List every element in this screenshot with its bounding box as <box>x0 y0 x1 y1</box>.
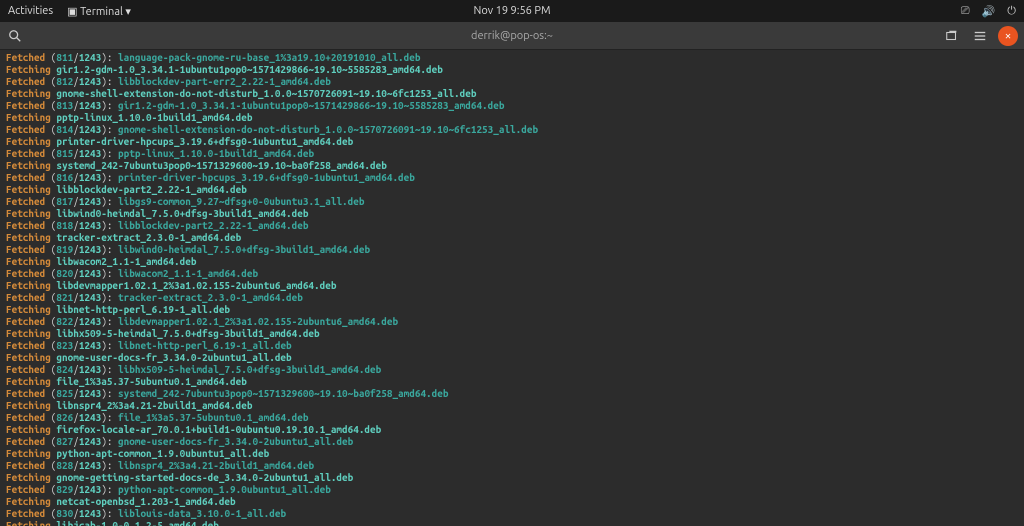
terminal-line: Fetched (830/1243): liblouis-data_3.10.0… <box>6 508 1018 520</box>
search-icon[interactable] <box>6 27 24 45</box>
terminal-line: Fetched (817/1243): libgs9-common_9.27~d… <box>6 196 1018 208</box>
terminal-line: Fetched (824/1243): libhx509-5-heimdal_7… <box>6 364 1018 376</box>
terminal-line: Fetched (821/1243): tracker-extract_2.3.… <box>6 292 1018 304</box>
terminal-line: Fetched (819/1243): libwind0-heimdal_7.5… <box>6 244 1018 256</box>
power-icon[interactable]: ⏻ <box>1007 5 1016 18</box>
new-tab-button[interactable] <box>942 26 962 46</box>
close-icon: ✕ <box>1005 30 1011 42</box>
terminal-line: Fetched (811/1243): language-pack-gnome-… <box>6 52 1018 64</box>
terminal-line: Fetching libwacom2_1.1-1_amd64.deb <box>6 256 1018 268</box>
terminal-line: Fetched (812/1243): libblockdev-part-err… <box>6 76 1018 88</box>
volume-icon[interactable]: 🔊 <box>982 5 996 18</box>
terminal-line: Fetching libdevmapper1.02.1_2%3a1.02.155… <box>6 280 1018 292</box>
terminal-menu-label: Terminal ▾ <box>80 6 131 18</box>
terminal-line: Fetched (825/1243): systemd_242-7ubuntu3… <box>6 388 1018 400</box>
terminal-line: Fetched (827/1243): gnome-user-docs-fr_3… <box>6 436 1018 448</box>
terminal-icon: ▣ <box>67 6 77 18</box>
terminal-line: Fetching firefox-locale-ar_70.0.1+build1… <box>6 424 1018 436</box>
window-bar-right: ✕ <box>942 26 1018 46</box>
terminal-line: Fetched (818/1243): libblockdev-part2_2.… <box>6 220 1018 232</box>
terminal-line: Fetching libhx509-5-heimdal_7.5.0+dfsg-3… <box>6 328 1018 340</box>
terminal-window-header: derrik@pop-os:~ ✕ <box>0 22 1024 50</box>
terminal-line: Fetching file_1%3a5.37-5ubuntu0.1_amd64.… <box>6 376 1018 388</box>
screen-icon[interactable]: ⎚ <box>961 5 970 18</box>
terminal-line: Fetching libjcab-1.0-0_1.2-5_amd64.deb <box>6 520 1018 526</box>
terminal-line: Fetched (823/1243): libnet-http-perl_6.1… <box>6 340 1018 352</box>
terminal-line: Fetching systemd_242-7ubuntu3pop0~157132… <box>6 160 1018 172</box>
window-title: derrik@pop-os:~ <box>471 30 553 42</box>
terminal-line: Fetched (813/1243): gir1.2-gdm-1.0_3.34.… <box>6 100 1018 112</box>
terminal-line: Fetching libwind0-heimdal_7.5.0+dfsg-3bu… <box>6 208 1018 220</box>
close-button[interactable]: ✕ <box>998 26 1018 46</box>
terminal-line: Fetched (826/1243): file_1%3a5.37-5ubunt… <box>6 412 1018 424</box>
terminal-line: Fetching libnet-http-perl_6.19-1_all.deb <box>6 304 1018 316</box>
terminal-line: Fetched (822/1243): libdevmapper1.02.1_2… <box>6 316 1018 328</box>
terminal-line: Fetching libblockdev-part2_2.22-1_amd64.… <box>6 184 1018 196</box>
terminal-line: Fetching tracker-extract_2.3.0-1_amd64.d… <box>6 232 1018 244</box>
window-bar-left <box>6 27 24 45</box>
terminal-menu[interactable]: ▣ Terminal ▾ <box>67 5 131 18</box>
terminal-output[interactable]: Fetched (811/1243): language-pack-gnome-… <box>0 50 1024 526</box>
gnome-top-bar: Activities ▣ Terminal ▾ Nov 19 9:56 PM ⎚… <box>0 0 1024 22</box>
terminal-line: Fetched (816/1243): printer-driver-hpcup… <box>6 172 1018 184</box>
terminal-line: Fetching gnome-user-docs-fr_3.34.0-2ubun… <box>6 352 1018 364</box>
terminal-line: Fetched (828/1243): libnspr4_2%3a4.21-2b… <box>6 460 1018 472</box>
terminal-line: Fetching pptp-linux_1.10.0-1build1_amd64… <box>6 112 1018 124</box>
terminal-line: Fetched (820/1243): libwacom2_1.1-1_amd6… <box>6 268 1018 280</box>
top-bar-left: Activities ▣ Terminal ▾ <box>8 5 131 18</box>
terminal-line: Fetched (815/1243): pptp-linux_1.10.0-1b… <box>6 148 1018 160</box>
terminal-line: Fetched (829/1243): python-apt-common_1.… <box>6 484 1018 496</box>
datetime-label[interactable]: Nov 19 9:56 PM <box>473 5 550 17</box>
terminal-line: Fetching netcat-openbsd_1.203-1_amd64.de… <box>6 496 1018 508</box>
terminal-line: Fetched (814/1243): gnome-shell-extensio… <box>6 124 1018 136</box>
terminal-line: Fetching gnome-getting-started-docs-de_3… <box>6 472 1018 484</box>
terminal-line: Fetching gnome-shell-extension-do-not-di… <box>6 88 1018 100</box>
terminal-line: Fetching gir1.2-gdm-1.0_3.34.1-1ubuntu1p… <box>6 64 1018 76</box>
menu-button[interactable] <box>970 26 990 46</box>
activities-button[interactable]: Activities <box>8 5 53 17</box>
terminal-line: Fetching python-apt-common_1.9.0ubuntu1_… <box>6 448 1018 460</box>
top-bar-right: ⎚ 🔊 ⏻ <box>961 5 1016 18</box>
terminal-line: Fetching printer-driver-hpcups_3.19.6+df… <box>6 136 1018 148</box>
terminal-line: Fetching libnspr4_2%3a4.21-2build1_amd64… <box>6 400 1018 412</box>
